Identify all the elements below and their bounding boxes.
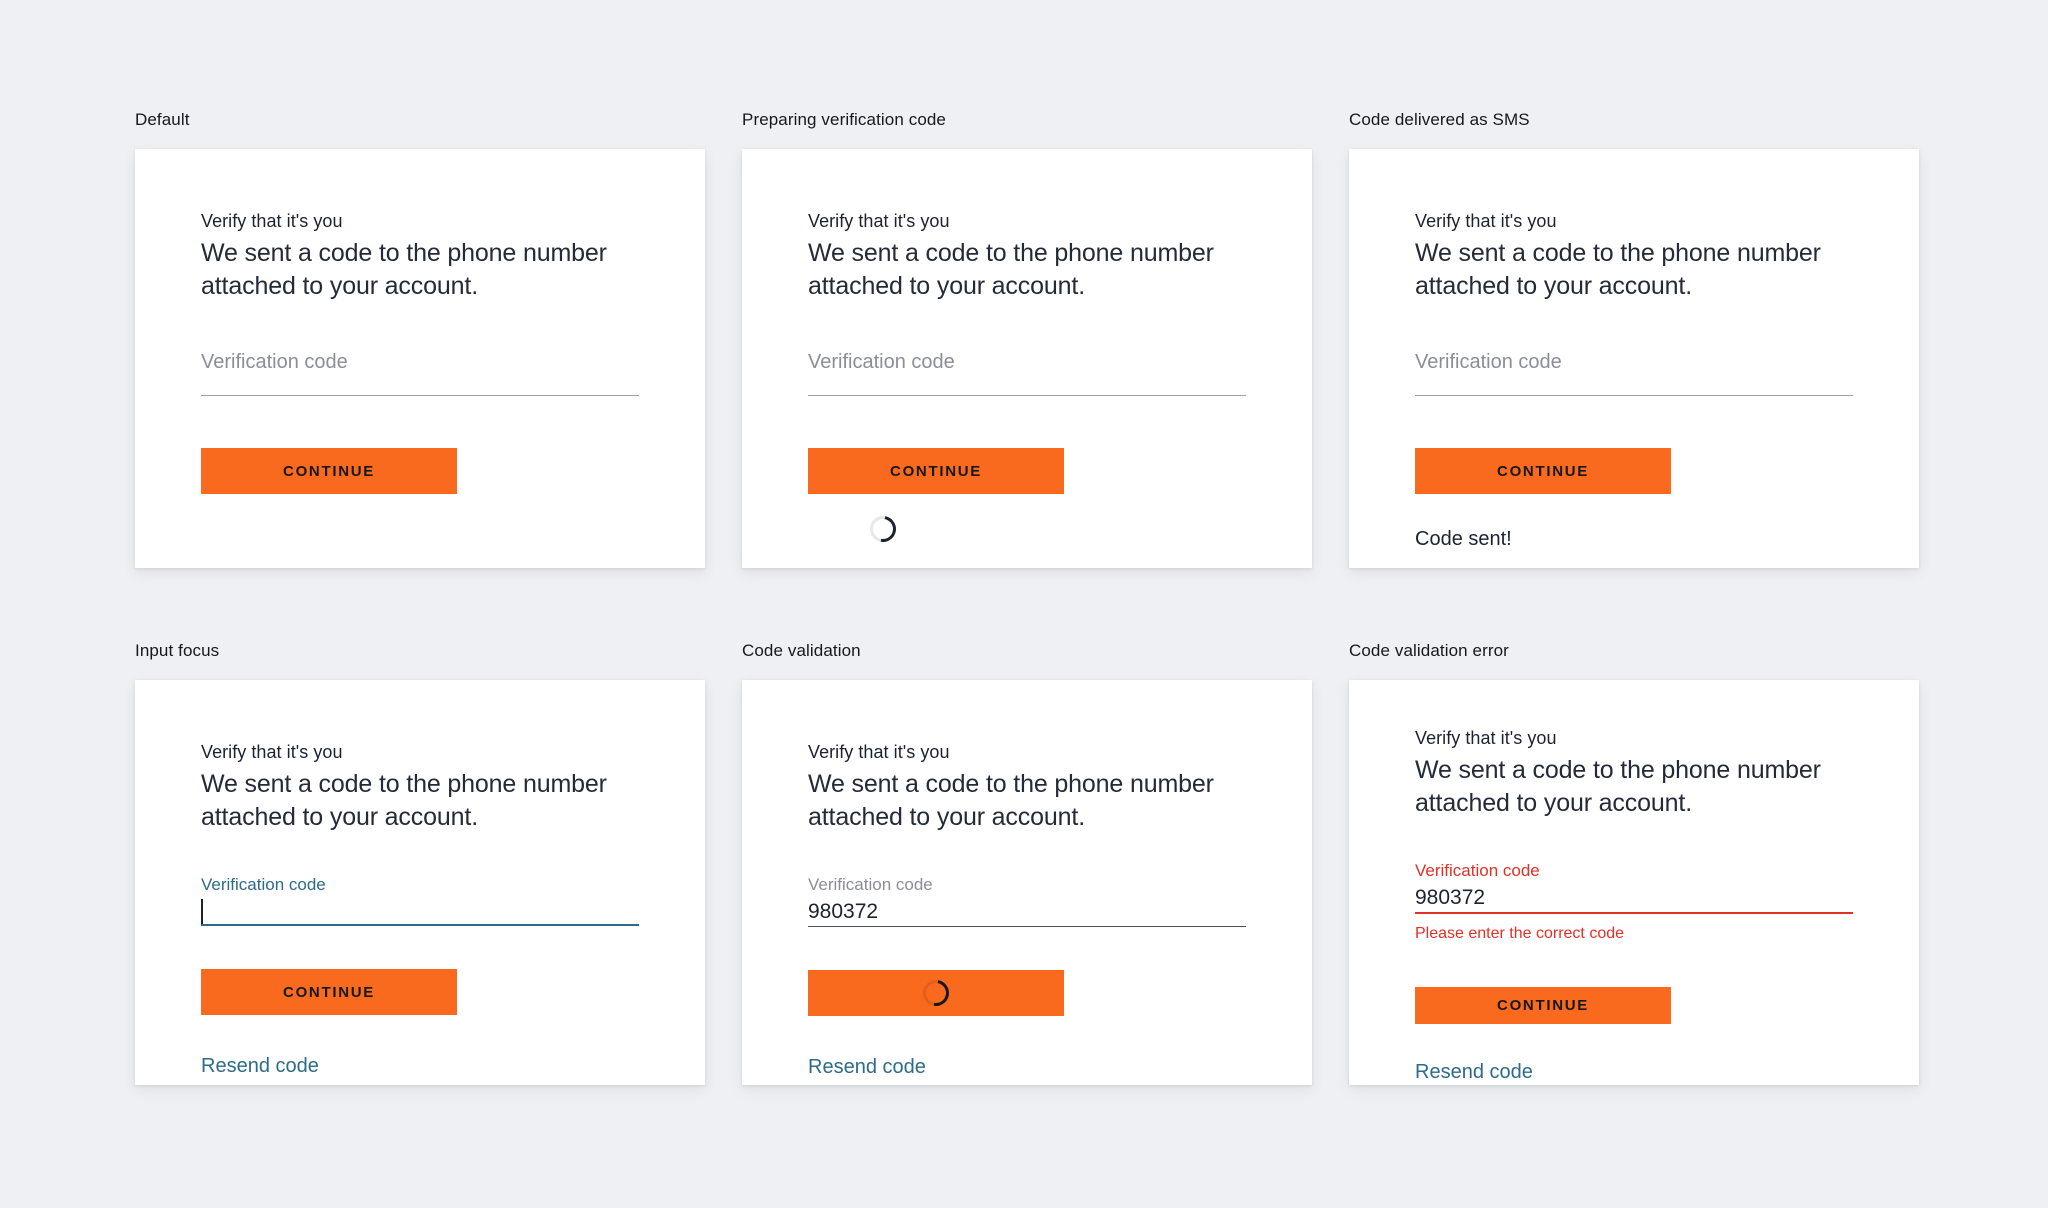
resend-code-link[interactable]: Resend code <box>201 1053 319 1079</box>
section-label-preparing: Preparing verification code <box>742 110 946 129</box>
card-eyebrow: Verify that it's you <box>808 742 950 762</box>
verification-code-input[interactable]: 980372 <box>808 895 1246 926</box>
card-lede: We sent a code to the phone number attac… <box>201 239 607 300</box>
card-code-validation: Verify that it's you We sent a code to t… <box>742 680 1312 1085</box>
verification-code-input[interactable]: 980372 <box>1415 881 1853 912</box>
continue-button[interactable]: CONTINUE <box>201 448 457 494</box>
field-underline <box>201 395 639 396</box>
verification-code-field-focused[interactable]: Verification code <box>201 874 639 926</box>
field-underline <box>1415 395 1853 396</box>
card-lede: We sent a code to the phone number attac… <box>1415 239 1821 300</box>
section-validation-error: Code validation error Verify that it's y… <box>1349 641 1919 1085</box>
text-caret-icon <box>201 898 203 924</box>
continue-button-label: CONTINUE <box>283 983 375 1001</box>
field-underline-error <box>1415 912 1853 914</box>
verification-code-placeholder: Verification code <box>201 351 348 373</box>
verification-code-label: Verification code <box>808 875 933 894</box>
continue-button[interactable]: CONTINUE <box>201 969 457 1015</box>
card-eyebrow: Verify that it's you <box>808 211 950 231</box>
section-delivered-sms: Code delivered as SMS Verify that it's y… <box>1349 110 1919 568</box>
verification-code-field[interactable]: Verification code <box>1415 349 1853 396</box>
continue-button-loading[interactable] <box>808 970 1064 1016</box>
section-preparing: Preparing verification code Verify that … <box>742 110 1312 568</box>
continue-button-label: CONTINUE <box>283 462 375 480</box>
card-lede: We sent a code to the phone number attac… <box>1415 756 1821 817</box>
continue-button-label: CONTINUE <box>1497 997 1589 1014</box>
loading-spinner-icon <box>917 974 955 1012</box>
field-underline <box>808 395 1246 396</box>
continue-button[interactable]: CONTINUE <box>1415 987 1671 1024</box>
card-eyebrow: Verify that it's you <box>201 742 343 762</box>
states-board: Default Verify that it's you We sent a c… <box>0 0 2048 1208</box>
card-lede: We sent a code to the phone number attac… <box>808 239 1214 300</box>
card-default: Verify that it's you We sent a code to t… <box>135 149 705 568</box>
continue-button-label: CONTINUE <box>890 462 982 480</box>
verification-code-placeholder: Verification code <box>1415 351 1562 373</box>
verification-code-field[interactable]: Verification code <box>808 349 1246 396</box>
card-lede: We sent a code to the phone number attac… <box>808 770 1214 831</box>
card-eyebrow: Verify that it's you <box>1415 728 1557 748</box>
card-lede: We sent a code to the phone number attac… <box>201 770 607 831</box>
verification-code-label: Verification code <box>201 875 326 894</box>
card-eyebrow: Verify that it's you <box>201 211 343 231</box>
loading-row <box>808 510 1246 548</box>
resend-code-link[interactable]: Resend code <box>808 1054 926 1080</box>
card-input-focus: Verify that it's you We sent a code to t… <box>135 680 705 1085</box>
verification-code-field[interactable]: Verification code <box>201 349 639 396</box>
states-grid: Default Verify that it's you We sent a c… <box>135 110 1919 1085</box>
continue-button[interactable]: CONTINUE <box>808 448 1064 494</box>
card-eyebrow: Verify that it's you <box>1415 211 1557 231</box>
verification-code-placeholder: Verification code <box>808 351 955 373</box>
verification-code-input[interactable] <box>201 895 639 924</box>
loading-spinner-icon <box>864 510 902 548</box>
field-underline <box>808 926 1246 927</box>
verification-code-field-error[interactable]: Verification code 980372 Please enter th… <box>1415 860 1853 944</box>
section-label-validation-error: Code validation error <box>1349 641 1509 660</box>
section-label-default: Default <box>135 110 190 129</box>
code-sent-status: Code sent! <box>1415 528 1512 550</box>
resend-code-link[interactable]: Resend code <box>1415 1059 1533 1085</box>
card-delivered-sms: Verify that it's you We sent a code to t… <box>1349 149 1919 568</box>
verification-code-field-filled[interactable]: Verification code 980372 <box>808 874 1246 927</box>
continue-button-label: CONTINUE <box>1497 462 1589 480</box>
section-code-validation: Code validation Verify that it's you We … <box>742 641 1312 1085</box>
card-preparing: Verify that it's you We sent a code to t… <box>742 149 1312 568</box>
continue-button[interactable]: CONTINUE <box>1415 448 1671 494</box>
verification-code-label: Verification code <box>1415 861 1540 880</box>
section-label-input-focus: Input focus <box>135 641 220 660</box>
section-label-code-validation: Code validation <box>742 641 861 660</box>
section-default: Default Verify that it's you We sent a c… <box>135 110 705 568</box>
verification-code-error-message: Please enter the correct code <box>1415 925 1625 942</box>
card-validation-error: Verify that it's you We sent a code to t… <box>1349 680 1919 1085</box>
section-input-focus: Input focus Verify that it's you We sent… <box>135 641 705 1085</box>
section-label-delivered-sms: Code delivered as SMS <box>1349 110 1530 129</box>
field-underline-focused <box>201 924 639 926</box>
